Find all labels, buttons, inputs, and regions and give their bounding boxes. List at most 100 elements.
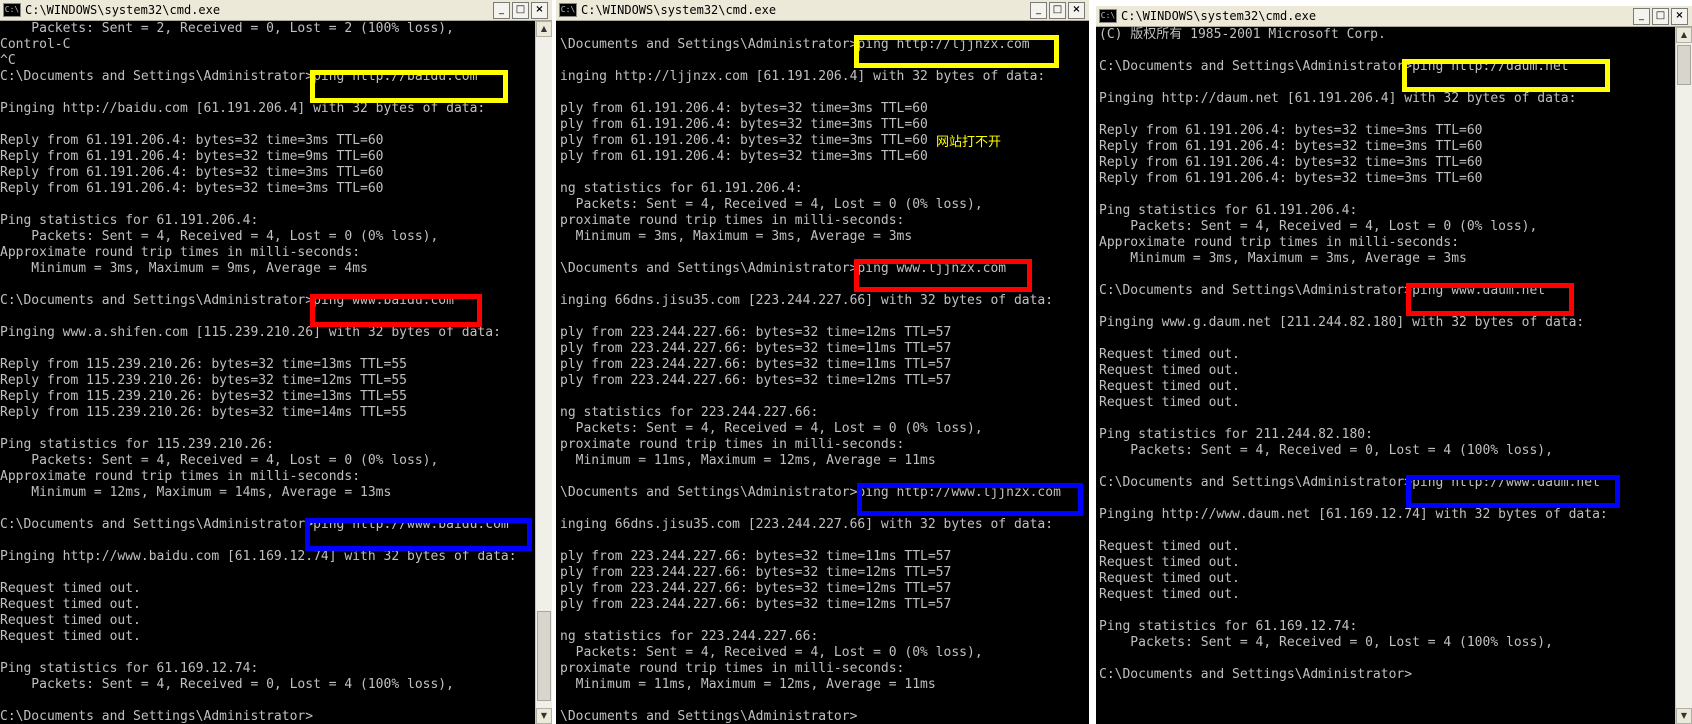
close-button[interactable]: × [1068, 1, 1085, 19]
title-bar[interactable]: C:\ C:\WINDOWS\system32\cmd.exe _ □ × [1096, 6, 1692, 27]
console-output[interactable]: \Documents and Settings\Administrator>pi… [560, 21, 1089, 724]
minimize-icon: _ [499, 3, 504, 15]
title-bar[interactable]: C:\ C:\WINDOWS\system32\cmd.exe _ □ × [556, 0, 1089, 21]
console-line: Minimum = 11ms, Maximum = 12ms, Average … [560, 453, 936, 468]
maximize-icon: □ [1655, 9, 1666, 21]
console-line: Ping statistics for 115.239.210.26: [0, 437, 274, 452]
minimize-icon: _ [1036, 3, 1041, 15]
scrollbar[interactable]: ▲ ▼ [535, 21, 552, 724]
minimize-button[interactable]: _ [1633, 7, 1650, 25]
console-line: Request timed out. [1099, 347, 1240, 362]
console-line: \Documents and Settings\Administrator> [560, 709, 858, 724]
scroll-down-button[interactable]: ▼ [1676, 708, 1692, 724]
console-line: Approximate round trip times in milli-se… [1099, 235, 1460, 250]
console-line: Request timed out. [1099, 587, 1240, 602]
cmd-window-1[interactable]: C:\ C:\WINDOWS\system32\cmd.exe _ □ × Pa… [0, 0, 552, 724]
console-line: C:\Documents and Settings\Administrator>… [1099, 283, 1546, 298]
console-line: ply from 223.244.227.66: bytes=32 time=1… [560, 341, 952, 356]
scroll-up-button[interactable]: ▲ [1676, 27, 1692, 43]
minimize-button[interactable]: _ [493, 1, 510, 19]
highlight-box-red [310, 294, 482, 327]
console-line: Request timed out. [1099, 539, 1240, 554]
console-line: Ping statistics for 61.169.12.74: [1099, 619, 1358, 634]
scrollbar[interactable]: ▲ ▼ [1675, 27, 1692, 724]
console-line: Packets: Sent = 2, Received = 0, Lost = … [0, 21, 454, 36]
minimize-button[interactable]: _ [1030, 1, 1047, 19]
highlight-box-yellow [854, 35, 1059, 68]
console-line: ply from 223.244.227.66: bytes=32 time=1… [560, 373, 952, 388]
console-line: Ping statistics for 211.244.82.180: [1099, 427, 1373, 442]
console-line: ply from 61.191.206.4: bytes=32 time=3ms… [560, 101, 928, 116]
maximize-icon: □ [1052, 3, 1063, 15]
console-line: Approximate round trip times in milli-se… [0, 245, 361, 260]
scroll-down-button[interactable]: ▼ [536, 708, 552, 724]
console-line: Reply from 115.239.210.26: bytes=32 time… [0, 357, 407, 372]
close-button[interactable]: × [1671, 7, 1688, 25]
console-output[interactable]: Packets: Sent = 2, Received = 0, Lost = … [0, 21, 536, 724]
console-line: Reply from 61.191.206.4: bytes=32 time=3… [1099, 155, 1483, 170]
window-title: C:\WINDOWS\system32\cmd.exe [1121, 9, 1317, 23]
console-line: Request timed out. [1099, 395, 1240, 410]
console-line: Reply from 115.239.210.26: bytes=32 time… [0, 373, 407, 388]
console-line: proximate round trip times in milli-seco… [560, 437, 905, 452]
console-line: Pinging www.g.daum.net [211.244.82.180] … [1099, 315, 1585, 330]
console-line: Ping statistics for 61.191.206.4: [0, 213, 259, 228]
console-line: Reply from 61.191.206.4: bytes=32 time=3… [1099, 123, 1483, 138]
console-line: ^C [0, 53, 16, 68]
maximize-button[interactable]: □ [512, 1, 529, 19]
close-icon: × [1675, 9, 1684, 21]
cmd-window-3[interactable]: C:\ C:\WINDOWS\system32\cmd.exe _ □ × (C… [1096, 6, 1692, 724]
console-line: proximate round trip times in milli-seco… [560, 213, 905, 228]
scroll-up-button[interactable]: ▲ [536, 21, 552, 37]
console-line: ng statistics for 223.244.227.66: [560, 629, 819, 644]
window-title: C:\WINDOWS\system32\cmd.exe [581, 3, 777, 17]
console-line: Control-C [0, 37, 71, 52]
console-line: inging 66dns.jisu35.com [223.244.227.66]… [560, 517, 1054, 532]
maximize-button[interactable]: □ [1049, 1, 1066, 19]
console-line: C:\Documents and Settings\Administrator> [1099, 667, 1413, 682]
console-line: Reply from 61.191.206.4: bytes=32 time=9… [0, 149, 384, 164]
cmd-icon: C:\ [3, 3, 21, 17]
highlight-box-yellow [310, 70, 508, 103]
console-line: Minimum = 11ms, Maximum = 12ms, Average … [560, 677, 936, 692]
maximize-button[interactable]: □ [1652, 7, 1669, 25]
title-bar[interactable]: C:\ C:\WINDOWS\system32\cmd.exe _ □ × [0, 0, 552, 21]
scroll-thumb[interactable] [1677, 45, 1691, 85]
console-line: Reply from 115.239.210.26: bytes=32 time… [0, 405, 407, 420]
console-line: Packets: Sent = 4, Received = 4, Lost = … [560, 197, 983, 212]
close-icon: × [1072, 3, 1081, 15]
scroll-thumb[interactable] [537, 611, 551, 701]
highlight-box-yellow [1402, 59, 1610, 92]
console-line: Packets: Sent = 4, Received = 0, Lost = … [1099, 635, 1553, 650]
console-output[interactable]: (C) 版权所有 1985-2001 Microsoft Corp. C:\Doc… [1099, 27, 1674, 724]
close-button[interactable]: × [531, 1, 548, 19]
annotation-site-unreachable: 网站打不开 [936, 135, 1002, 150]
console-line: ply from 223.244.227.66: bytes=32 time=1… [560, 357, 952, 372]
cmd-window-2[interactable]: C:\ C:\WINDOWS\system32\cmd.exe _ □ × \D… [556, 0, 1089, 724]
console-line: C:\Documents and Settings\Administrator> [0, 709, 314, 724]
console-line: proximate round trip times in milli-seco… [560, 661, 905, 676]
highlight-box-blue [857, 483, 1083, 516]
console-line: Reply from 61.191.206.4: bytes=32 time=3… [1099, 139, 1483, 154]
console-line: Request timed out. [1099, 571, 1240, 586]
console-line: Reply from 61.191.206.4: bytes=32 time=3… [0, 181, 384, 196]
console-line: Pinging http://baidu.com [61.191.206.4] … [0, 101, 486, 116]
console-line: Request timed out. [1099, 555, 1240, 570]
